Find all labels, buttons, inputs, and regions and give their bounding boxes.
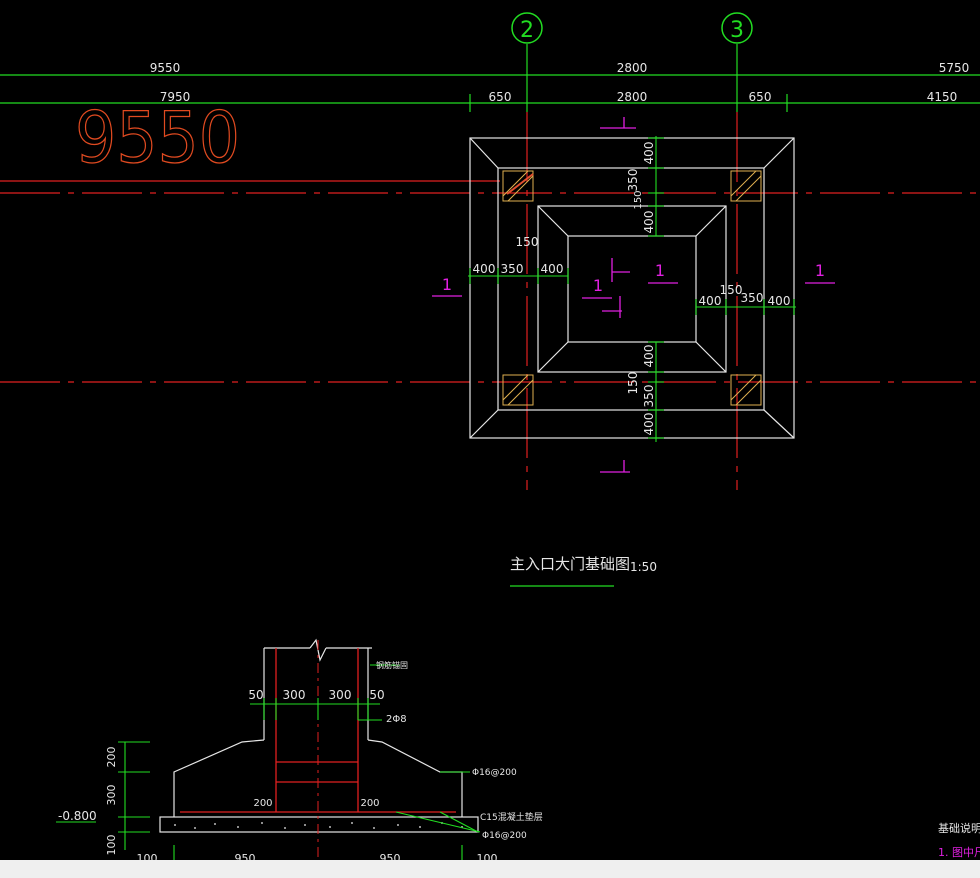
dim-row1-9550: 9550 — [150, 61, 181, 75]
drawing-scale: 1:50 — [630, 560, 657, 574]
section-mark-right: 1 — [815, 261, 825, 280]
plan-dim-left-400b: 400 — [541, 262, 564, 276]
dim-row2-4150: 4150 — [927, 90, 958, 104]
plan-dim-right-400b: 400 — [768, 294, 791, 308]
dim-row2-650a: 650 — [489, 90, 512, 104]
axis-label-3: 3 — [730, 18, 744, 43]
plan-dim-vtop-150: 150 — [633, 190, 644, 209]
plan-dim-vtop-400b: 400 — [642, 211, 656, 234]
plan-dim-vtop-350: 350 — [626, 169, 640, 192]
sec-inner-200b: 200 — [360, 798, 379, 809]
section-mark-center: 1 — [593, 276, 603, 295]
big-9550-label: 9550 — [75, 97, 240, 179]
plan-dim-right-350: 350 — [741, 291, 764, 305]
bottom-status-strip — [0, 860, 980, 878]
cad-drawing-canvas[interactable]: 2 3 9550 2800 5750 7950 650 2800 650 415… — [0, 0, 980, 878]
dim-row2-2800: 2800 — [617, 90, 648, 104]
sec-level: -0.800 — [58, 809, 97, 823]
plan-dim-vbot-400a: 400 — [642, 345, 656, 368]
plan-dim-vtop-400a: 400 — [642, 142, 656, 165]
section-cut-labels: 1 1 1 1 — [442, 261, 825, 295]
sec-dim-300b: 300 — [329, 688, 352, 702]
notes-heading: 基础说明: — [938, 821, 980, 835]
notes-item-1: 1. 图中尺 — [938, 846, 980, 859]
sec-dim-50a: 50 — [248, 688, 263, 702]
section-dimension-lines — [56, 664, 481, 860]
plan-dim-right-400a: 400 — [699, 294, 722, 308]
axis-bubble-2: 2 — [511, 12, 543, 44]
sec-inner-200a: 200 — [253, 798, 272, 809]
plan-dimension-texts: 400 350 400 400 350 400 150 150 400 350 … — [473, 142, 791, 436]
drawing-title: 主入口大门基础图 — [510, 555, 630, 573]
sec-height-100: 100 — [105, 835, 118, 856]
top-dimension-texts: 9550 2800 5750 7950 650 2800 650 4150 — [150, 61, 970, 104]
plan-dim-vbot-350: 350 — [642, 385, 656, 408]
plan-dim-vbot-400b: 400 — [642, 413, 656, 436]
plan-dim-vbot-150: 150 — [626, 372, 640, 395]
axis-label-2: 2 — [520, 18, 534, 43]
sec-rebar-top: Φ16@200 — [472, 768, 517, 778]
plan-dim-150-right: 150 — [720, 283, 743, 297]
section-mark-center-right: 1 — [655, 261, 665, 280]
dim-row1-2800: 2800 — [617, 61, 648, 75]
plan-dim-left-400a: 400 — [473, 262, 496, 276]
sec-bar-label: 2Φ8 — [386, 714, 407, 725]
sec-height-300: 300 — [105, 785, 118, 806]
plan-dim-left-350: 350 — [501, 262, 524, 276]
sec-rebar-bottom: Φ16@200 — [482, 831, 527, 841]
plan-dim-150-left: 150 — [516, 235, 539, 249]
sec-dim-300a: 300 — [283, 688, 306, 702]
sec-dim-50b: 50 — [369, 688, 384, 702]
dim-row1-5750: 5750 — [939, 61, 970, 75]
sec-top-label: 钢筋锚固 — [376, 660, 408, 670]
sec-height-200: 200 — [105, 747, 118, 768]
dim-row2-650b: 650 — [749, 90, 772, 104]
section-outline — [159, 638, 479, 833]
sec-cushion: C15混凝土垫层 — [480, 811, 543, 823]
axis-bubble-3: 3 — [721, 12, 753, 44]
section-mark-left: 1 — [442, 275, 452, 294]
